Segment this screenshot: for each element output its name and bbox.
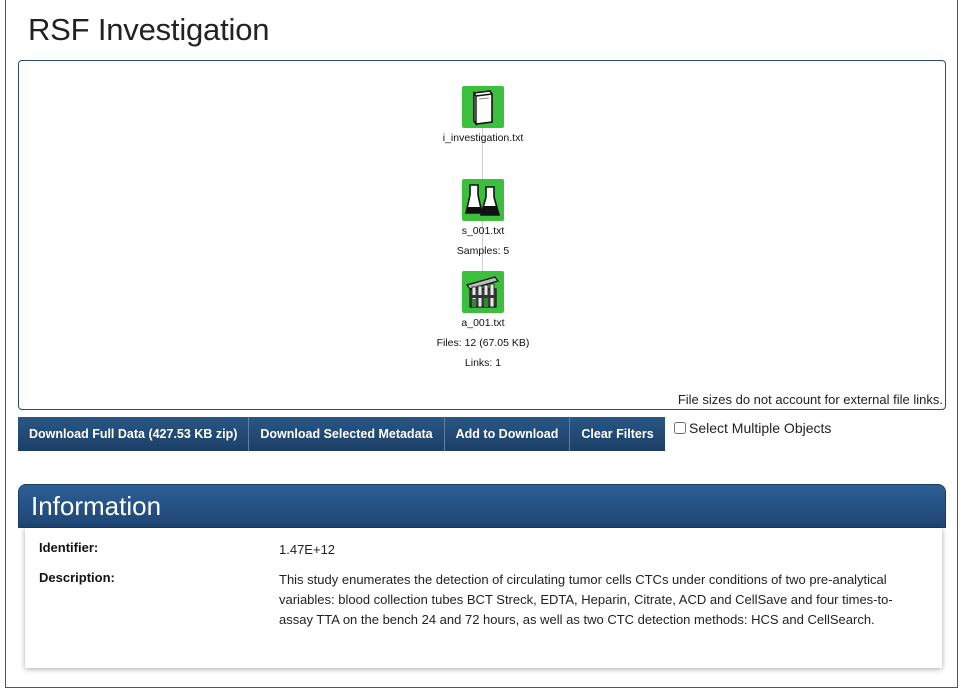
node-links-count: Links: 1: [464, 357, 502, 369]
page-title: RSF Investigation: [28, 12, 270, 47]
test-tubes-icon: [462, 271, 504, 313]
select-multiple-objects-toggle[interactable]: Select Multiple Objects: [674, 420, 831, 436]
node-filename: i_investigation.txt: [442, 132, 524, 144]
node-files-count: Files: 12 (67.05 KB): [436, 337, 530, 349]
download-selected-metadata-button[interactable]: Download Selected Metadata: [249, 417, 445, 451]
file-size-footnote: File sizes do not account for external f…: [677, 392, 943, 407]
add-to-download-button[interactable]: Add to Download: [444, 417, 571, 451]
identifier-label: Identifier:: [39, 540, 99, 555]
graph-node-investigation[interactable]: i_investigation.txt: [383, 86, 583, 148]
clear-filters-button[interactable]: Clear Filters: [570, 417, 665, 451]
download-full-data-button[interactable]: Download Full Data (427.53 KB zip): [18, 417, 250, 451]
node-filename: a_001.txt: [461, 317, 505, 329]
graph-node-assay[interactable]: a_001.txt Files: 12 (67.05 KB) Links: 1: [383, 271, 583, 373]
graph-node-study[interactable]: s_001.txt Samples: 5: [383, 179, 583, 261]
node-filename: s_001.txt: [461, 225, 505, 237]
select-multiple-label: Select Multiple Objects: [689, 420, 832, 436]
information-body: Identifier: 1.47E+12 Description: This s…: [25, 528, 942, 668]
information-title: Information: [31, 491, 162, 521]
description-label: Description:: [39, 570, 115, 585]
study-graph-panel: i_investigation.txt s_001.txt Samples: 5: [18, 60, 946, 410]
description-value: This study enumerates the detection of c…: [279, 572, 893, 627]
information-header: Information: [18, 484, 946, 528]
select-multiple-checkbox[interactable]: [674, 422, 686, 434]
node-samples-count: Samples: 5: [456, 245, 510, 257]
identifier-value: 1.47E+12: [279, 542, 336, 557]
download-toolbar: Download Full Data (427.53 KB zip) Downl…: [18, 417, 665, 451]
book-icon: [462, 86, 504, 128]
flasks-icon: [462, 179, 504, 221]
